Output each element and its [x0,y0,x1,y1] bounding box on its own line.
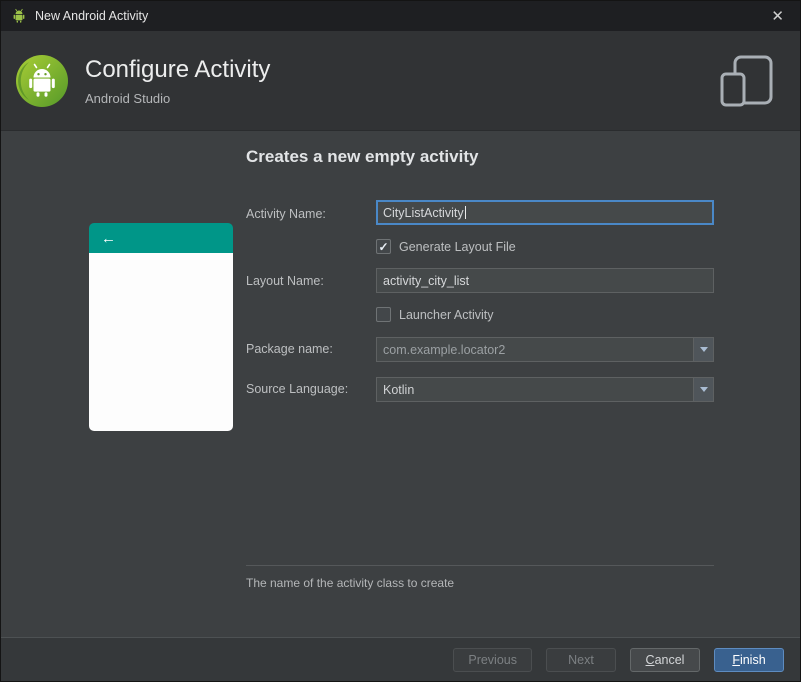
source-language-label: Source Language: [246,382,349,396]
activity-name-value: CityListActivity [383,205,464,220]
banner-text: Configure Activity Android Studio [85,56,270,106]
preview-body [89,253,233,431]
dropdown-arrow-icon[interactable] [693,338,713,361]
previous-button[interactable]: Previous [453,647,532,672]
activity-name-input[interactable]: CityListActivity [376,200,714,225]
phone-tablet-icon [718,54,776,108]
check-icon: ✓ [378,239,389,254]
helper-separator [246,565,714,566]
checkbox-box-icon: ✓ [376,239,391,254]
wizard-step-title: Configure Activity [85,55,271,83]
close-icon[interactable]: ✕ [765,7,790,26]
wizard-banner: Configure Activity Android Studio [1,31,800,131]
package-name-combobox[interactable]: com.example.locator2 [376,337,714,362]
checkbox-box-icon: ✓ [376,307,391,322]
dialog-button-bar: Previous Next Cancel Finish [1,637,800,681]
launcher-activity-label: Launcher Activity [399,307,494,322]
next-button[interactable]: Next [546,647,616,672]
text-caret [464,206,466,219]
activity-template-preview: ← [89,223,233,431]
source-language-combobox[interactable]: Kotlin [376,377,714,402]
finish-button[interactable]: Finish [714,647,784,672]
android-studio-logo [15,54,69,108]
generate-layout-label: Generate Layout File [399,239,516,254]
activity-name-label: Activity Name: [246,207,326,221]
page-title: Creates a new empty activity [246,147,479,166]
dropdown-arrow-icon[interactable] [693,378,713,401]
source-language-value: Kotlin [383,382,415,397]
window-title: New Android Activity [35,9,149,23]
android-app-icon [11,8,27,24]
preview-appbar: ← [89,223,233,253]
layout-name-input[interactable]: activity_city_list [376,268,714,293]
back-arrow-icon: ← [101,229,116,247]
wizard-subtitle: Android Studio [85,90,171,106]
field-helper-text: The name of the activity class to create [246,576,455,590]
cancel-button[interactable]: Cancel [630,647,700,672]
package-name-label: Package name: [246,342,333,356]
wizard-content: Creates a new empty activity ← Activity … [1,131,800,637]
title-bar: New Android Activity ✕ [1,1,800,31]
launcher-activity-checkbox[interactable]: ✓ Launcher Activity [376,307,494,322]
layout-name-label: Layout Name: [246,274,324,288]
layout-name-value: activity_city_list [383,273,470,288]
new-android-activity-dialog: New Android Activity ✕ Configure Activit… [0,0,801,682]
generate-layout-checkbox[interactable]: ✓ Generate Layout File [376,239,516,254]
package-name-value: com.example.locator2 [383,342,506,357]
